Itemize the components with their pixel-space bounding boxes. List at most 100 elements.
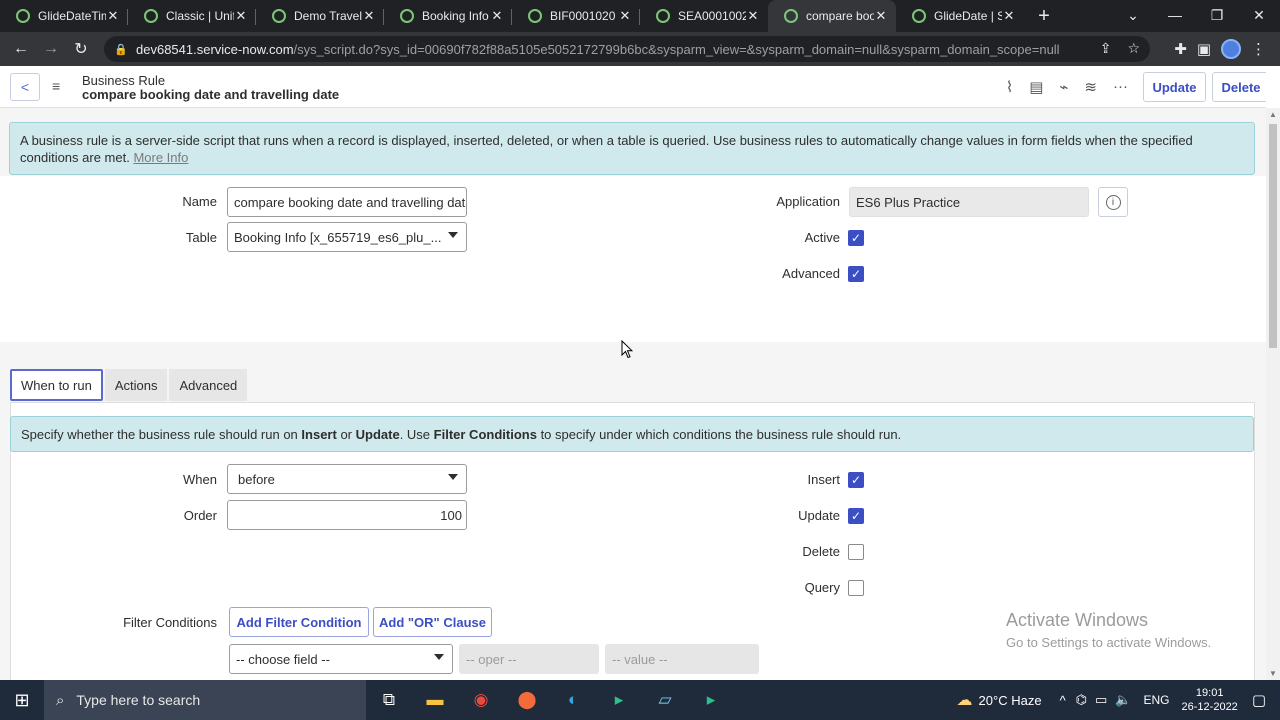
search-icon: ⌕ [56,691,65,709]
volume-icon[interactable]: 🔈 [1115,692,1131,708]
extensions-puzzle-icon[interactable]: ✚ [1174,40,1187,58]
windows-taskbar: ⊞ ⌕ Type here to search ⧉ ▬ ◉ ⬤ ◐ ▸ ▱ ▸ … [0,680,1280,720]
close-tab-icon[interactable]: ✕ [234,8,248,24]
table-select[interactable]: Booking Info [x_655719_es6_plu_... [227,222,467,252]
name-label: Name [182,194,217,209]
browser-tab[interactable]: SEA0001002 |✕ [640,0,768,32]
forward-arrow-icon[interactable]: → [36,40,66,58]
servicenow-favicon-icon [144,9,158,23]
tab-title: Booking Info [422,9,489,23]
tab-actions[interactable]: Actions [104,369,168,401]
active-checkbox[interactable]: ✓ [848,230,864,246]
back-button[interactable]: < [10,73,40,101]
new-tab-icon[interactable]: + [1028,0,1060,32]
terminal-app-icon[interactable]: ▸ [596,690,642,710]
delete-checkbox[interactable] [848,544,864,560]
browser-tab[interactable]: Demo Travell ✕ [256,0,384,32]
notepad-icon[interactable]: ▱ [642,690,688,710]
tab-advanced[interactable]: Advanced [169,369,248,401]
name-input[interactable]: compare booking date and travelling dat [227,187,467,217]
advanced-checkbox[interactable]: ✓ [848,266,864,282]
bookmark-star-icon[interactable]: ☆ [1127,40,1140,57]
share-icon[interactable]: ⇪ [1100,40,1112,57]
context-menu-icon[interactable]: ≡ [52,78,60,94]
add-filter-condition-button[interactable]: Add Filter Condition [229,607,369,637]
application-info-button[interactable]: i [1098,187,1128,217]
weather-text[interactable]: 20°C Haze [979,693,1042,708]
operator-select[interactable]: -- oper -- [459,644,599,674]
address-bar[interactable]: 🔒 dev68541.service-now.com/sys_script.do… [104,36,1150,62]
battery-icon[interactable]: ▭ [1095,692,1107,708]
attachment-icon[interactable]: ⌇ [1006,78,1013,96]
scrollbar-thumb[interactable] [1269,124,1277,348]
scroll-up-icon[interactable]: ▲ [1269,110,1277,119]
close-window-icon[interactable]: ✕ [1238,0,1280,32]
info-text: Specify whether the business rule should… [21,426,298,442]
browser-tab[interactable]: GlideDate | S ✕ [896,0,1024,32]
terminal-app-icon[interactable]: ▸ [688,690,734,710]
settings-sliders-icon[interactable]: ≋ [1084,78,1097,96]
close-tab-icon[interactable]: ✕ [746,8,760,24]
menu-kebab-icon[interactable]: ⋮ [1251,40,1266,58]
form-header: < ≡ Business Rule compare booking date a… [0,66,1266,108]
page-scrollbar[interactable]: ▲ ▼ [1266,108,1280,680]
task-view-icon[interactable]: ⧉ [366,690,412,710]
info-text: . Use [399,426,431,442]
tab-when-to-run[interactable]: When to run [10,369,103,401]
taskbar-clock[interactable]: 19:01 26-12-2022 [1182,686,1238,714]
chrome-icon[interactable]: ◉ [458,690,504,710]
close-tab-icon[interactable]: ✕ [618,8,632,24]
browser-tab-strip: GlideDateTim ✕ Classic | Unifi ✕ Demo Trav… [0,0,1280,32]
profile-avatar[interactable] [1221,39,1241,59]
browser-tab[interactable]: BIF0001020 | ✕ [512,0,640,32]
add-or-clause-button[interactable]: Add "OR" Clause [373,607,492,637]
activity-icon[interactable]: ⌁ [1059,78,1068,96]
close-tab-icon[interactable]: ✕ [106,8,120,24]
delete-button[interactable]: Delete [1212,72,1266,102]
order-input[interactable]: 100 [227,500,467,530]
tab-title: GlideDateTim [38,9,106,23]
update-checkbox[interactable]: ✓ [848,508,864,524]
browser-tab[interactable]: Classic | Unifi ✕ [128,0,256,32]
close-tab-icon[interactable]: ✕ [490,8,504,24]
weather-icon[interactable]: ☁ [957,690,973,710]
file-explorer-icon[interactable]: ▬ [412,690,458,710]
update-button[interactable]: Update [1143,72,1206,102]
windows-start-icon[interactable]: ⊞ [0,680,44,720]
tab-title: Demo Travell [294,9,362,23]
value-input[interactable]: -- value -- [605,644,759,674]
query-checkbox[interactable] [848,580,864,596]
query-label: Query [804,580,840,595]
browser-tab[interactable]: Booking Info ✕ [384,0,512,32]
side-panel-icon[interactable]: ▣ [1197,40,1211,58]
browser-tab[interactable]: GlideDateTim ✕ [0,0,128,32]
browser-tab-active[interactable]: compare boo ✕ [768,0,896,32]
clipboard-icon[interactable]: ▤ [1029,78,1043,96]
close-tab-icon[interactable]: ✕ [874,8,888,24]
taskbar-search-box[interactable]: ⌕ Type here to search [44,680,366,720]
more-options-icon[interactable]: ··· [1113,78,1128,96]
info-icon: i [1105,194,1121,210]
insert-checkbox[interactable]: ✓ [848,472,864,488]
close-tab-icon[interactable]: ✕ [362,8,376,24]
when-select[interactable]: before [227,464,467,494]
minimize-icon[interactable]: — [1154,0,1196,32]
more-info-link[interactable]: More Info [133,150,188,165]
close-tab-icon[interactable]: ✕ [1002,8,1016,24]
network-icon[interactable]: ⌬ [1076,692,1087,708]
reload-icon[interactable]: ↻ [66,39,96,59]
scroll-down-icon[interactable]: ▼ [1269,669,1277,678]
back-arrow-icon[interactable]: ← [6,40,36,58]
watermark-subtitle: Go to Settings to activate Windows. [1006,635,1212,650]
servicenow-favicon-icon [912,9,926,23]
filter-conditions-label: Filter Conditions [123,615,217,630]
section-tabs: When to run Actions Advanced [10,369,248,401]
app-icon[interactable]: ⬤ [504,690,550,710]
tray-chevron-icon[interactable]: ^ [1060,693,1066,708]
choose-field-select[interactable]: -- choose field -- [229,644,453,674]
edge-icon[interactable]: ◐ [550,690,596,710]
notifications-icon[interactable]: ▢ [1252,691,1266,709]
language-indicator[interactable]: ENG [1144,693,1170,707]
restore-icon[interactable]: ❐ [1196,0,1238,32]
tab-search-icon[interactable]: ⌄ [1112,0,1154,32]
